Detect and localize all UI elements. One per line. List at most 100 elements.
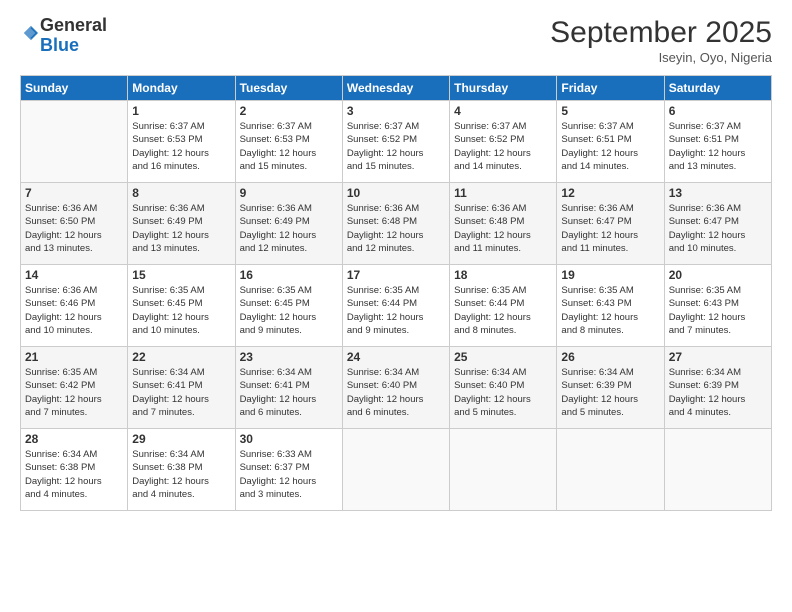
header: General Blue September 2025 Iseyin, Oyo,… bbox=[20, 16, 772, 65]
day-info: Sunrise: 6:34 AM Sunset: 6:39 PM Dayligh… bbox=[669, 366, 767, 419]
calendar-week-row: 28 Sunrise: 6:34 AM Sunset: 6:38 PM Dayli… bbox=[21, 429, 772, 511]
calendar-cell bbox=[557, 429, 664, 511]
day-info: Sunrise: 6:33 AM Sunset: 6:37 PM Dayligh… bbox=[240, 448, 338, 501]
day-info: Sunrise: 6:34 AM Sunset: 6:41 PM Dayligh… bbox=[240, 366, 338, 419]
calendar-cell bbox=[664, 429, 771, 511]
calendar-cell: 8 Sunrise: 6:36 AM Sunset: 6:49 PM Daylig… bbox=[128, 183, 235, 265]
day-number: 25 bbox=[454, 350, 552, 364]
calendar-cell: 9Sunrise: 6:36 AM Sunset: 6:49 PM Daylig… bbox=[235, 183, 342, 265]
day-info: Sunrise: 6:35 AM Sunset: 6:44 PM Dayligh… bbox=[347, 284, 445, 337]
day-info: Sunrise: 6:37 AM Sunset: 6:52 PM Dayligh… bbox=[454, 120, 552, 173]
day-info: Sunrise: 6:37 AM Sunset: 6:51 PM Dayligh… bbox=[561, 120, 659, 173]
logo: General Blue bbox=[20, 16, 107, 56]
logo-general-text: General bbox=[40, 16, 107, 36]
day-number: 3 bbox=[347, 104, 445, 118]
day-number: 14 bbox=[25, 268, 123, 282]
day-number: 16 bbox=[240, 268, 338, 282]
day-info: Sunrise: 6:36 AM Sunset: 6:47 PM Dayligh… bbox=[669, 202, 767, 255]
day-info: Sunrise: 6:34 AM Sunset: 6:40 PM Dayligh… bbox=[347, 366, 445, 419]
calendar-cell: 24Sunrise: 6:34 AM Sunset: 6:40 PM Dayli… bbox=[342, 347, 449, 429]
calendar-cell: 3 Sunrise: 6:37 AM Sunset: 6:52 PM Daylig… bbox=[342, 101, 449, 183]
day-info: Sunrise: 6:37 AM Sunset: 6:51 PM Dayligh… bbox=[669, 120, 767, 173]
day-info: Sunrise: 6:35 AM Sunset: 6:44 PM Dayligh… bbox=[454, 284, 552, 337]
col-sunday: Sunday bbox=[21, 76, 128, 101]
day-info: Sunrise: 6:36 AM Sunset: 6:47 PM Dayligh… bbox=[561, 202, 659, 255]
calendar-cell: 14 Sunrise: 6:36 AM Sunset: 6:46 PM Dayli… bbox=[21, 265, 128, 347]
day-number: 10 bbox=[347, 186, 445, 200]
calendar-cell: 6 Sunrise: 6:37 AM Sunset: 6:51 PM Daylig… bbox=[664, 101, 771, 183]
day-number: 4 bbox=[454, 104, 552, 118]
day-number: 22 bbox=[132, 350, 230, 364]
day-number: 2 bbox=[240, 104, 338, 118]
day-info: Sunrise: 6:35 AM Sunset: 6:43 PM Dayligh… bbox=[561, 284, 659, 337]
day-info: Sunrise: 6:37 AM Sunset: 6:53 PM Dayligh… bbox=[132, 120, 230, 173]
day-number: 17 bbox=[347, 268, 445, 282]
day-info: Sunrise: 6:34 AM Sunset: 6:38 PM Dayligh… bbox=[132, 448, 230, 501]
calendar-cell: 29 Sunrise: 6:34 AM Sunset: 6:38 PM Dayli… bbox=[128, 429, 235, 511]
calendar-cell: 20 Sunrise: 6:35 AM Sunset: 6:43 PM Dayli… bbox=[664, 265, 771, 347]
logo-blue-text: Blue bbox=[40, 35, 79, 55]
col-friday: Friday bbox=[557, 76, 664, 101]
col-saturday: Saturday bbox=[664, 76, 771, 101]
calendar-cell: 15Sunrise: 6:35 AM Sunset: 6:45 PM Dayli… bbox=[128, 265, 235, 347]
month-title: September 2025 bbox=[550, 16, 772, 50]
calendar-cell: 30 Sunrise: 6:33 AM Sunset: 6:37 PM Dayli… bbox=[235, 429, 342, 511]
calendar-cell: 18Sunrise: 6:35 AM Sunset: 6:44 PM Dayli… bbox=[450, 265, 557, 347]
calendar-cell: 2 Sunrise: 6:37 AM Sunset: 6:53 PM Daylig… bbox=[235, 101, 342, 183]
day-number: 20 bbox=[669, 268, 767, 282]
weekday-header-row: Sunday Monday Tuesday Wednesday Thursday… bbox=[21, 76, 772, 101]
calendar-cell: 4 Sunrise: 6:37 AM Sunset: 6:52 PM Daylig… bbox=[450, 101, 557, 183]
day-info: Sunrise: 6:36 AM Sunset: 6:49 PM Dayligh… bbox=[240, 202, 338, 255]
logo-icon bbox=[22, 24, 40, 42]
calendar-week-row: 1 Sunrise: 6:37 AM Sunset: 6:53 PM Daylig… bbox=[21, 101, 772, 183]
day-info: Sunrise: 6:36 AM Sunset: 6:48 PM Dayligh… bbox=[454, 202, 552, 255]
day-number: 19 bbox=[561, 268, 659, 282]
calendar-cell: 1 Sunrise: 6:37 AM Sunset: 6:53 PM Daylig… bbox=[128, 101, 235, 183]
calendar-cell: 12 Sunrise: 6:36 AM Sunset: 6:47 PM Dayli… bbox=[557, 183, 664, 265]
calendar-cell: 22 Sunrise: 6:34 AM Sunset: 6:41 PM Dayli… bbox=[128, 347, 235, 429]
day-number: 6 bbox=[669, 104, 767, 118]
day-info: Sunrise: 6:35 AM Sunset: 6:45 PM Dayligh… bbox=[240, 284, 338, 337]
calendar-cell: 27 Sunrise: 6:34 AM Sunset: 6:39 PM Dayli… bbox=[664, 347, 771, 429]
day-number: 30 bbox=[240, 432, 338, 446]
day-info: Sunrise: 6:37 AM Sunset: 6:53 PM Dayligh… bbox=[240, 120, 338, 173]
calendar-cell bbox=[450, 429, 557, 511]
day-info: Sunrise: 6:34 AM Sunset: 6:38 PM Dayligh… bbox=[25, 448, 123, 501]
calendar-cell: 11 Sunrise: 6:36 AM Sunset: 6:48 PM Dayli… bbox=[450, 183, 557, 265]
day-number: 28 bbox=[25, 432, 123, 446]
calendar-cell: 23 Sunrise: 6:34 AM Sunset: 6:41 PM Dayli… bbox=[235, 347, 342, 429]
calendar-week-row: 14 Sunrise: 6:36 AM Sunset: 6:46 PM Dayli… bbox=[21, 265, 772, 347]
day-info: Sunrise: 6:35 AM Sunset: 6:45 PM Dayligh… bbox=[132, 284, 230, 337]
calendar-cell bbox=[21, 101, 128, 183]
col-thursday: Thursday bbox=[450, 76, 557, 101]
day-info: Sunrise: 6:34 AM Sunset: 6:39 PM Dayligh… bbox=[561, 366, 659, 419]
calendar-cell: 28 Sunrise: 6:34 AM Sunset: 6:38 PM Dayli… bbox=[21, 429, 128, 511]
day-number: 23 bbox=[240, 350, 338, 364]
day-info: Sunrise: 6:34 AM Sunset: 6:41 PM Dayligh… bbox=[132, 366, 230, 419]
day-number: 27 bbox=[669, 350, 767, 364]
day-number: 29 bbox=[132, 432, 230, 446]
calendar-cell: 16 Sunrise: 6:35 AM Sunset: 6:45 PM Dayli… bbox=[235, 265, 342, 347]
title-block: September 2025 Iseyin, Oyo, Nigeria bbox=[550, 16, 772, 65]
day-number: 1 bbox=[132, 104, 230, 118]
day-info: Sunrise: 6:35 AM Sunset: 6:43 PM Dayligh… bbox=[669, 284, 767, 337]
day-info: Sunrise: 6:35 AM Sunset: 6:42 PM Dayligh… bbox=[25, 366, 123, 419]
day-info: Sunrise: 6:37 AM Sunset: 6:52 PM Dayligh… bbox=[347, 120, 445, 173]
day-number: 12 bbox=[561, 186, 659, 200]
calendar-cell: 21Sunrise: 6:35 AM Sunset: 6:42 PM Dayli… bbox=[21, 347, 128, 429]
calendar: Sunday Monday Tuesday Wednesday Thursday… bbox=[20, 75, 772, 511]
day-number: 7 bbox=[25, 186, 123, 200]
day-number: 8 bbox=[132, 186, 230, 200]
day-info: Sunrise: 6:36 AM Sunset: 6:46 PM Dayligh… bbox=[25, 284, 123, 337]
calendar-cell: 5Sunrise: 6:37 AM Sunset: 6:51 PM Daylig… bbox=[557, 101, 664, 183]
day-number: 11 bbox=[454, 186, 552, 200]
col-tuesday: Tuesday bbox=[235, 76, 342, 101]
page: General Blue September 2025 Iseyin, Oyo,… bbox=[0, 0, 792, 612]
col-monday: Monday bbox=[128, 76, 235, 101]
day-number: 13 bbox=[669, 186, 767, 200]
location: Iseyin, Oyo, Nigeria bbox=[550, 50, 772, 65]
calendar-cell bbox=[342, 429, 449, 511]
day-info: Sunrise: 6:36 AM Sunset: 6:49 PM Dayligh… bbox=[132, 202, 230, 255]
day-info: Sunrise: 6:36 AM Sunset: 6:48 PM Dayligh… bbox=[347, 202, 445, 255]
day-info: Sunrise: 6:36 AM Sunset: 6:50 PM Dayligh… bbox=[25, 202, 123, 255]
